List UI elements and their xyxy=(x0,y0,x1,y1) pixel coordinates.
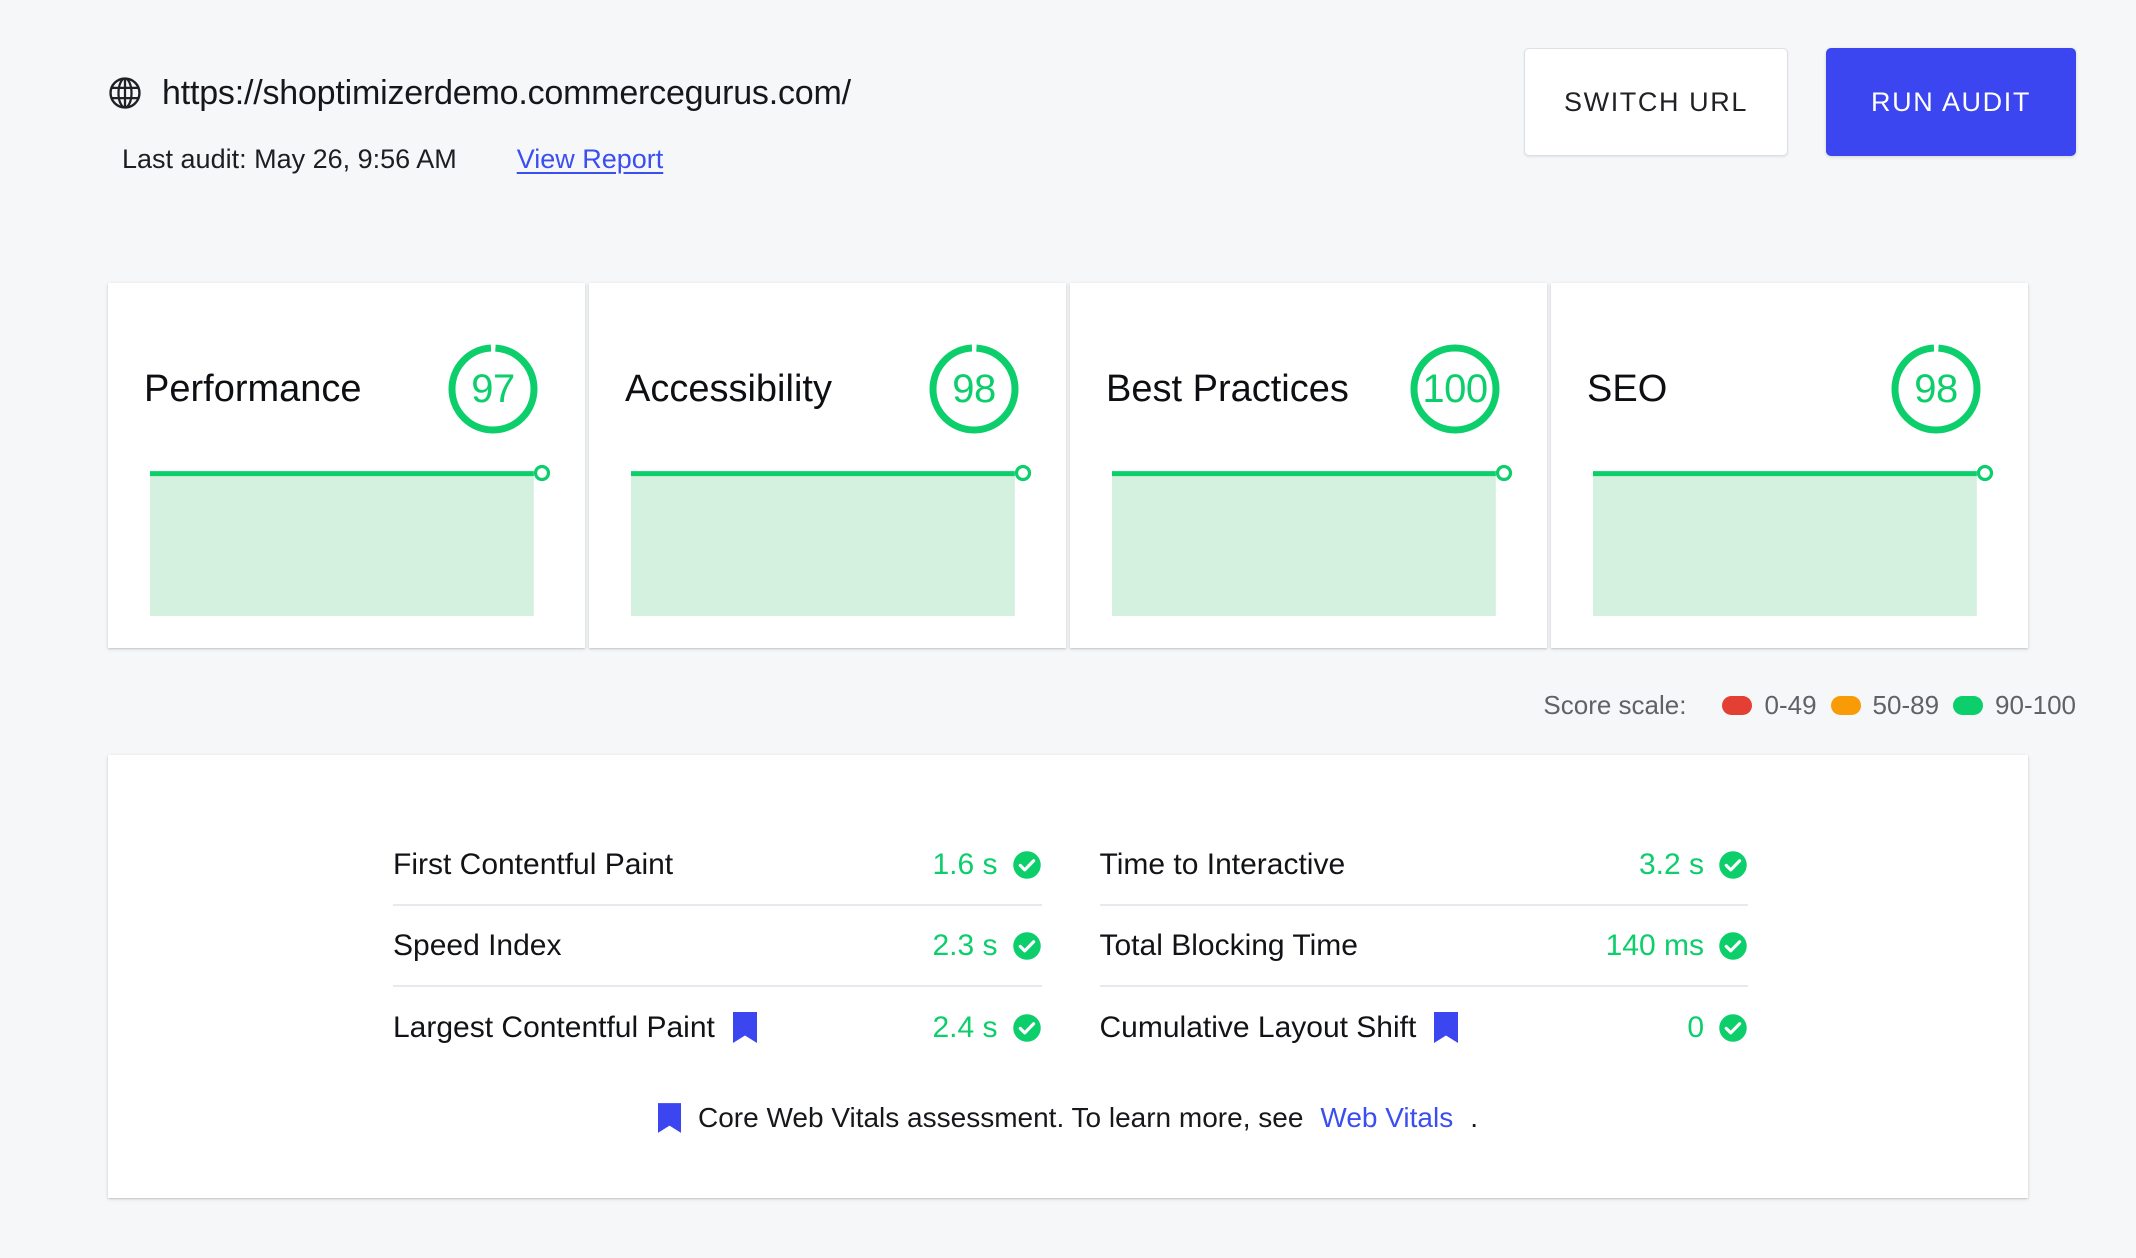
score-gauge: 98 xyxy=(1886,339,1986,439)
pass-check-icon xyxy=(1012,931,1041,960)
score-sparkline xyxy=(1112,463,1513,616)
score-card-head: SEO 98 xyxy=(1551,283,2028,439)
score-card[interactable]: Best Practices 100 xyxy=(1070,283,1547,648)
metric-name: First Contentful Paint xyxy=(393,848,673,882)
sparkline-endpoint-marker xyxy=(1495,464,1513,482)
score-sparkline xyxy=(150,463,551,616)
legend-color-swatch xyxy=(1953,696,1984,715)
metric-row[interactable]: Time to Interactive 3.2 s xyxy=(1099,825,1748,906)
sparkline-endpoint-marker xyxy=(533,464,551,482)
metric-value-text: 140 ms xyxy=(1605,928,1704,962)
core-web-vitals-text: Core Web Vitals assessment. To learn mor… xyxy=(698,1102,1304,1133)
lighthouse-audit-page: https://shoptimizerdemo.commercegurus.co… xyxy=(0,0,2136,1258)
metrics-column-right: Time to Interactive 3.2 s Total Blocking T… xyxy=(1099,825,1749,1068)
metric-row[interactable]: First Contentful Paint 1.6 s xyxy=(393,825,1042,906)
score-card[interactable]: Performance 97 xyxy=(108,283,585,648)
score-category-label: Accessibility xyxy=(625,367,832,410)
pass-check-icon xyxy=(1719,931,1747,960)
sparkline-endpoint-marker xyxy=(1014,464,1032,482)
run-audit-button[interactable]: RUN AUDIT xyxy=(1826,48,2076,156)
score-value: 98 xyxy=(952,366,996,411)
pass-check-icon xyxy=(1719,1013,1747,1042)
audited-url: https://shoptimizerdemo.commercegurus.co… xyxy=(162,73,851,112)
score-card-head: Best Practices 100 xyxy=(1070,283,1547,439)
metric-label: Largest Contentful Paint xyxy=(393,1010,715,1044)
metrics-panel: First Contentful Paint 1.6 s Speed Index 2.… xyxy=(108,755,2028,1198)
metric-value-text: 3.2 s xyxy=(1638,847,1704,881)
legend-range-label: 90-100 xyxy=(1995,690,2076,720)
view-report-link[interactable]: View Report xyxy=(517,144,664,175)
legend-color-swatch xyxy=(1830,696,1861,715)
page-header: https://shoptimizerdemo.commercegurus.co… xyxy=(108,48,2076,174)
score-gauge: 98 xyxy=(924,339,1024,439)
bookmark-icon xyxy=(1434,1012,1459,1043)
metric-value-text: 2.4 s xyxy=(932,1010,998,1044)
legend-item: 90-100 xyxy=(1953,690,2076,721)
score-card[interactable]: Accessibility 98 xyxy=(589,283,1066,648)
pass-check-icon xyxy=(1012,850,1041,879)
score-card[interactable]: SEO 98 xyxy=(1551,283,2028,648)
metric-label: Cumulative Layout Shift xyxy=(1099,1010,1417,1044)
score-value: 97 xyxy=(471,366,515,411)
score-scale-label: Score scale: xyxy=(1543,690,1687,720)
score-category-label: SEO xyxy=(1587,367,1668,410)
score-category-label: Best Practices xyxy=(1106,367,1349,410)
score-sparkline xyxy=(631,463,1032,616)
score-sparkline xyxy=(1593,463,1994,616)
metric-name: Time to Interactive xyxy=(1100,848,1346,882)
globe-icon xyxy=(109,77,141,109)
metric-name: Largest Contentful Paint xyxy=(393,1011,757,1045)
metrics-grid: First Contentful Paint 1.6 s Speed Index 2.… xyxy=(108,755,2028,1068)
metric-name: Cumulative Layout Shift xyxy=(1100,1011,1459,1045)
core-web-vitals-period: . xyxy=(1470,1102,1478,1133)
bookmark-icon xyxy=(658,1103,681,1133)
score-value: 100 xyxy=(1422,366,1488,411)
metric-label: First Contentful Paint xyxy=(393,847,674,881)
score-category-label: Performance xyxy=(144,367,362,410)
legend-color-swatch xyxy=(1722,696,1753,715)
metric-value: 0 xyxy=(1687,1011,1748,1045)
metrics-column-left: First Contentful Paint 1.6 s Speed Index 2.… xyxy=(393,825,1042,1068)
score-gauge: 100 xyxy=(1405,339,1505,439)
score-value: 98 xyxy=(1914,366,1958,411)
metric-name: Total Blocking Time xyxy=(1100,929,1358,963)
score-card-head: Accessibility 98 xyxy=(589,283,1066,439)
header-actions: SWITCH URL RUN AUDIT xyxy=(1524,48,2076,156)
score-card-head: Performance 97 xyxy=(108,283,585,439)
metric-value: 2.4 s xyxy=(932,1011,1041,1045)
score-gauge: 97 xyxy=(443,339,543,439)
metric-label: Time to Interactive xyxy=(1099,847,1346,881)
web-vitals-link[interactable]: Web Vitals xyxy=(1320,1102,1453,1134)
last-audit-timestamp: Last audit: May 26, 9:56 AM xyxy=(122,144,457,174)
metric-name: Speed Index xyxy=(393,929,561,963)
bookmark-icon xyxy=(732,1012,757,1043)
metric-row[interactable]: Largest Contentful Paint 2.4 s xyxy=(393,987,1042,1068)
legend-item: 50-89 xyxy=(1830,690,1940,721)
metric-value: 140 ms xyxy=(1606,929,1748,963)
metric-value-text: 1.6 s xyxy=(932,847,998,881)
metric-label: Speed Index xyxy=(393,928,562,962)
metric-value: 1.6 s xyxy=(932,848,1041,882)
legend-item: 0-49 xyxy=(1722,690,1817,721)
score-scale-legend: Score scale: 0-49 50-89 90-100 xyxy=(1543,690,2076,721)
metric-value-text: 2.3 s xyxy=(932,928,998,962)
metric-row[interactable]: Cumulative Layout Shift 0 xyxy=(1100,987,1749,1068)
score-cards: Performance 97 Accessibility 98 Best Practic… xyxy=(108,283,2028,648)
legend-range-label: 0-49 xyxy=(1764,690,1817,720)
pass-check-icon xyxy=(1012,1013,1041,1042)
metric-label: Total Blocking Time xyxy=(1099,928,1358,962)
metric-value: 2.3 s xyxy=(932,929,1041,963)
sparkline-endpoint-marker xyxy=(1976,464,1994,482)
pass-check-icon xyxy=(1719,850,1747,879)
metric-value-text: 0 xyxy=(1687,1010,1704,1044)
legend-range-label: 50-89 xyxy=(1872,690,1940,720)
metric-row[interactable]: Speed Index 2.3 s xyxy=(393,906,1042,987)
metric-value: 3.2 s xyxy=(1639,848,1748,882)
switch-url-button[interactable]: SWITCH URL xyxy=(1524,48,1788,156)
core-web-vitals-note: Core Web Vitals assessment. To learn mor… xyxy=(108,1102,2028,1134)
metric-row[interactable]: Total Blocking Time 140 ms xyxy=(1099,906,1748,987)
